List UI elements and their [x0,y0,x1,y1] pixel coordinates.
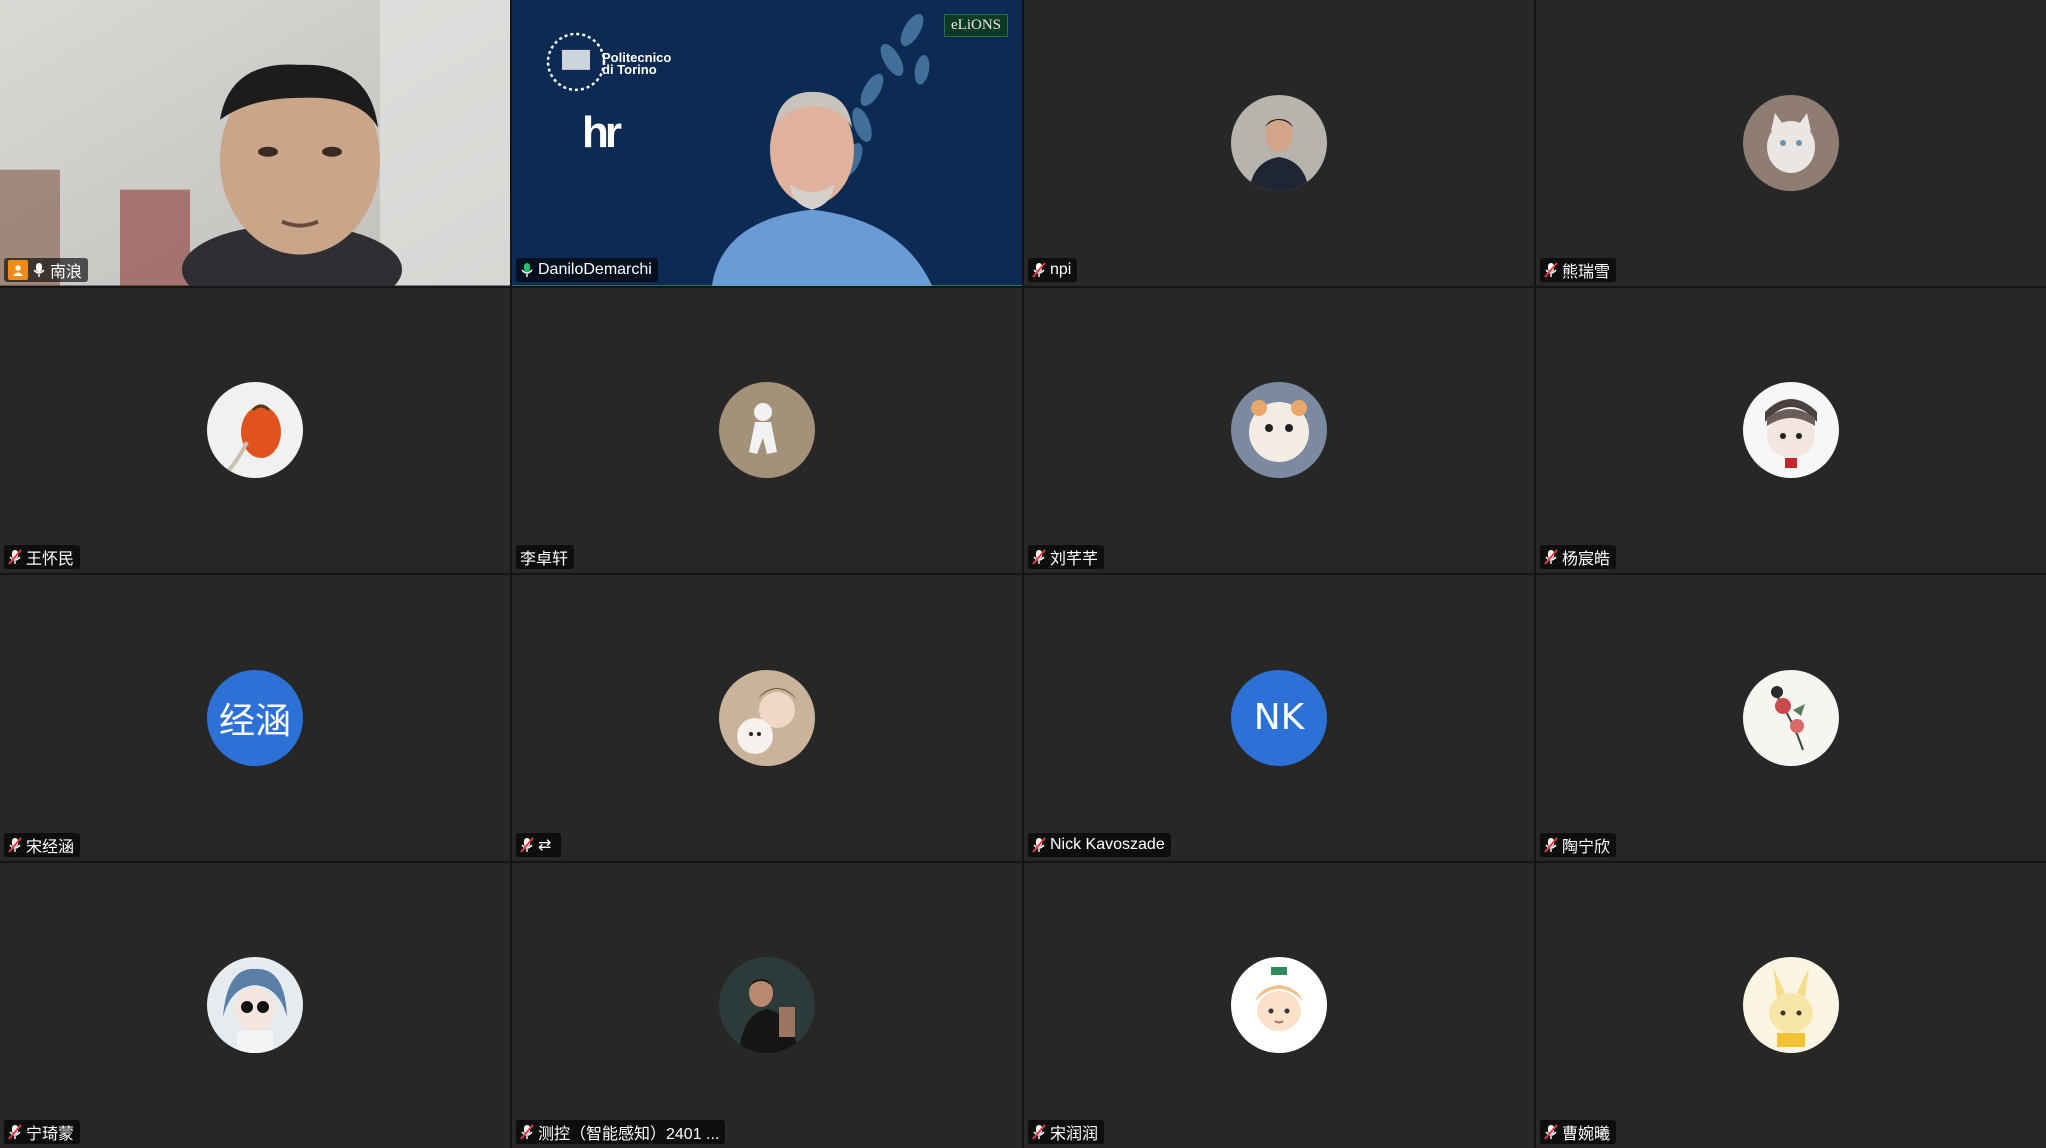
participant-name: 南浪 [50,263,83,281]
microphone-muted-icon [1544,1124,1558,1140]
participant-name: Nick Kavoszade [1050,835,1165,853]
avatar [1743,382,1839,479]
avatar [719,669,815,766]
participant-name: npi [1050,260,1072,278]
participant-name: 李卓轩 [520,551,569,568]
avatar [207,957,303,1054]
nameplate: ⇄ [516,832,562,857]
slide-logo-elions: eLiONS [944,14,1008,37]
avatar [719,957,815,1054]
avatar [1743,94,1839,191]
participant-tile-1[interactable]: 南浪 [0,0,510,286]
participant-name: 杨宸皓 [1562,551,1611,568]
nameplate: 刘芊芊 [1028,545,1105,569]
nameplate: 曹婉曦 [1540,1120,1617,1144]
microphone-muted-icon [1032,549,1046,565]
participant-name: 宋润润 [1050,1126,1099,1143]
participant-tile-12[interactable]: 陶宁欣 [1536,575,2046,861]
avatar [1231,957,1327,1054]
participant-tile-11[interactable]: NK Nick Kavoszade [1024,575,1534,861]
participant-tile-6[interactable]: 李卓轩 [512,287,1022,573]
participant-tile-4[interactable]: 熊瑞雪 [1536,0,2046,286]
participant-tile-7[interactable]: 刘芊芊 [1024,287,1534,573]
nameplate: 测控（智能感知）2401 ... [516,1120,726,1144]
nameplate: 宋经涵 [4,832,81,857]
participant-name: 曹婉曦 [1562,1126,1611,1143]
participant-name: 宋经涵 [26,838,75,856]
participant-tile-14[interactable]: 测控（智能感知）2401 ... [512,862,1022,1148]
nameplate: npi [1028,257,1078,282]
avatar [1231,382,1327,479]
avatar [207,382,303,479]
video-feed [0,0,510,286]
participant-tile-9[interactable]: 经涵 宋经涵 [0,575,510,861]
avatar-initials: NK [1231,669,1327,766]
avatar [1743,669,1839,766]
nameplate: 陶宁欣 [1540,832,1617,857]
nameplate: 杨宸皓 [1540,545,1617,569]
participant-tile-8[interactable]: 杨宸皓 [1536,287,2046,573]
participant-tile-13[interactable]: 宁琦蒙 [0,862,510,1148]
participant-tile-15[interactable]: 宋润润 [1024,862,1534,1148]
nameplate: 王怀民 [4,545,81,569]
avatar [1231,94,1327,191]
microphone-muted-icon [1544,261,1558,278]
avatar [1743,957,1839,1054]
participant-tile-5[interactable]: 王怀民 [0,287,510,573]
microphone-active-icon [520,262,534,278]
microphone-muted-icon [1032,1124,1046,1140]
participant-name: 王怀民 [26,551,75,568]
microphone-muted-icon [520,1124,534,1140]
microphone-muted-icon [8,836,22,853]
nameplate: 李卓轩 [516,545,575,569]
participant-name: 陶宁欣 [1562,838,1611,856]
microphone-muted-icon [8,549,22,565]
participant-tile-10[interactable]: ⇄ [512,575,1022,861]
participant-name: 宁琦蒙 [26,1126,75,1143]
nameplate: Nick Kavoszade [1028,832,1171,857]
participant-name: 测控（智能感知）2401 ... [538,1126,720,1143]
participant-name: DaniloDemarchi [538,260,652,278]
participant-tile-2[interactable]: Politecnico di Torino eLiONS hr DaniloDe… [512,0,1022,286]
swap-arrows-icon: ⇄ [538,836,552,854]
nameplate: 宋润润 [1028,1120,1105,1144]
participant-name: 熊瑞雪 [1562,263,1611,281]
slide-institution-label: Politecnico di Torino [602,50,672,77]
microphone-icon [32,262,46,278]
nameplate: 宁琦蒙 [4,1120,81,1144]
avatar [719,382,815,479]
participant-tile-3[interactable]: npi [1024,0,1534,286]
microphone-muted-icon [520,836,534,853]
host-person-icon [8,259,28,280]
nameplate: 南浪 [4,257,89,282]
microphone-muted-icon [1032,261,1046,278]
microphone-muted-icon [8,1124,22,1140]
microphone-muted-icon [1544,836,1558,853]
slide-logo-hr: hr [582,108,622,157]
nameplate: 熊瑞雪 [1540,257,1617,282]
participant-name: 刘芊芊 [1050,551,1099,568]
nameplate: DaniloDemarchi [516,257,658,282]
microphone-muted-icon [1032,836,1046,853]
participant-tile-16[interactable]: 曹婉曦 [1536,862,2046,1148]
avatar-initials: 经涵 [207,669,303,766]
microphone-muted-icon [1544,549,1558,565]
video-grid: 南浪 Politecnico di Torino eLiONS hr Danil… [0,0,2046,1148]
